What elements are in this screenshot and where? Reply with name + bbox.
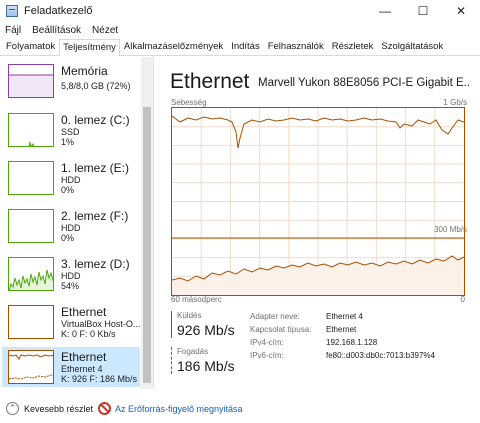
sidebar-item-title: 3. lemez (D:) — [61, 257, 130, 271]
sidebar-item-title: 2. lemez (F:) — [61, 209, 129, 223]
sidebar-item-usage: 1% — [61, 137, 75, 147]
menu-file[interactable]: Fájl — [5, 25, 21, 36]
disk-1-thumbnail — [8, 161, 54, 195]
chevron-up-icon[interactable]: ⌃ — [6, 402, 19, 415]
menu-view[interactable]: Nézet — [92, 25, 118, 36]
sidebar-item-type: SSD — [61, 127, 80, 137]
tab-details[interactable]: Részletek — [328, 38, 378, 55]
ethernet-detail-panel: Ethernet Marvell Yukon 88E8056 PCI-E Gig… — [162, 57, 480, 389]
throughput-graph — [171, 107, 465, 296]
minimize-button[interactable]: — — [366, 0, 404, 22]
ipv6-value: fe80::d003:db0c:7013:b397%4 — [326, 351, 435, 360]
sidebar-scroll-thumb[interactable] — [143, 107, 151, 383]
sidebar-item-title: 0. lemez (C:) — [61, 113, 130, 127]
tab-bar: Folyamatok Teljesítmény Alkalmazáselőzmé… — [0, 38, 480, 56]
title-bar: Feladatkezelő — ☐ ✕ — [0, 0, 480, 22]
tab-services[interactable]: Szolgáltatások — [377, 38, 447, 55]
adapter-name-label: Adapter neve: — [250, 312, 300, 321]
sidebar-item-title: Ethernet — [61, 305, 107, 319]
sidebar-scrollbar[interactable] — [141, 57, 153, 389]
graph-zero-label: 0 — [460, 295, 465, 304]
sidebar-item-throughput: K: 0 F: 0 Kb/s — [61, 329, 116, 339]
receive-label: Fogadás — [177, 347, 209, 356]
graph-speed-label: Sebesség — [171, 98, 207, 107]
sidebar-item-title: 1. lemez (E:) — [61, 161, 130, 175]
sidebar-item-disk-2[interactable]: 2. lemez (F:) HDD 0% — [2, 206, 140, 254]
sidebar-item-usage: 54% — [61, 281, 80, 291]
adapter-description: Marvell Yukon 88E8056 PCI-E Gigabit E... — [258, 77, 470, 89]
ethernet-virtualbox-thumbnail — [8, 305, 54, 339]
ipv4-label: IPv4-cím: — [250, 338, 284, 347]
ipv4-value: 192.168.1.128 — [326, 338, 378, 347]
connection-type-value: Ethernet — [326, 325, 357, 334]
tab-performance[interactable]: Teljesítmény — [59, 39, 120, 56]
menu-options[interactable]: Beállítások — [32, 25, 81, 36]
graph-mid-label: 300 Mb/s — [434, 225, 467, 234]
send-stat: Küldés 926 Mb/s — [171, 311, 235, 338]
open-resource-monitor-link[interactable]: Az Erőforrás-figyelő megnyitása — [115, 404, 243, 414]
sidebar-item-disk-1[interactable]: 1. lemez (E:) HDD 0% — [2, 158, 140, 206]
ipv6-label: IPv6-cím: — [250, 351, 284, 360]
tab-app-history[interactable]: Alkalmazáselőzmények — [120, 38, 227, 55]
sidebar-item-adapter: Ethernet 4 — [61, 364, 103, 374]
disk-3-thumbnail — [8, 257, 54, 291]
ethernet-4-thumbnail — [8, 350, 54, 384]
receive-stat: Fogadás 186 Mb/s — [171, 347, 235, 374]
maximize-button[interactable]: ☐ — [404, 0, 442, 22]
sidebar-item-memory[interactable]: Memória 5,8/8,0 GB (72%) — [2, 61, 140, 109]
throughput-graph-svg — [171, 108, 465, 295]
sidebar-item-disk-0[interactable]: 0. lemez (C:) SSD 1% — [2, 110, 140, 158]
graph-time-label: 60 másodperc — [171, 295, 222, 304]
page-title: Ethernet — [170, 70, 250, 93]
tab-users[interactable]: Felhasználók — [264, 38, 328, 55]
fewer-details-link[interactable]: Kevesebb részlet — [24, 404, 93, 414]
resource-sidebar: Memória 5,8/8,0 GB (72%) 0. lemez (C:) S… — [0, 57, 154, 389]
sidebar-item-adapter: VirtualBox Host-O... — [61, 319, 141, 329]
task-manager-icon — [6, 5, 18, 17]
memory-thumbnail — [8, 64, 54, 98]
connection-type-label: Kapcsolat típusa: — [250, 325, 312, 334]
sidebar-item-ethernet-virtualbox[interactable]: Ethernet VirtualBox Host-O... K: 0 F: 0 … — [2, 302, 140, 350]
receive-value: 186 Mb/s — [177, 358, 235, 374]
send-label: Küldés — [177, 311, 202, 320]
sidebar-item-usage: 0% — [61, 185, 75, 195]
sidebar-item-type: HDD — [61, 175, 81, 185]
sidebar-item-ethernet-4[interactable]: Ethernet Ethernet 4 K: 926 F: 186 Mb/s — [2, 347, 140, 387]
menu-bar: Fájl Beállítások Nézet — [0, 22, 480, 38]
sidebar-item-type: HDD — [61, 271, 81, 281]
disk-0-thumbnail — [8, 113, 54, 147]
sidebar-item-title: Ethernet — [61, 350, 107, 364]
sidebar-item-detail: 5,8/8,0 GB (72%) — [61, 81, 131, 91]
resource-monitor-icon[interactable] — [98, 402, 111, 415]
sidebar-item-title: Memória — [61, 64, 108, 78]
tab-processes[interactable]: Folyamatok — [2, 38, 59, 55]
tab-startup[interactable]: Indítás — [227, 38, 264, 55]
graph-max-label: 1 Gb/s — [443, 98, 467, 107]
window-title: Feladatkezelő — [24, 5, 93, 17]
disk-2-thumbnail — [8, 209, 54, 243]
footer-bar: ⌃ Kevesebb részlet Az Erőforrás-figyelő … — [0, 398, 480, 420]
sidebar-item-usage: 0% — [61, 233, 75, 243]
send-value: 926 Mb/s — [177, 322, 235, 338]
sidebar-item-disk-3[interactable]: 3. lemez (D:) HDD 54% — [2, 254, 140, 302]
close-button[interactable]: ✕ — [442, 0, 480, 22]
sidebar-item-throughput: K: 926 F: 186 Mb/s — [61, 374, 138, 384]
sidebar-item-type: HDD — [61, 223, 81, 233]
adapter-name-value: Ethernet 4 — [326, 312, 363, 321]
